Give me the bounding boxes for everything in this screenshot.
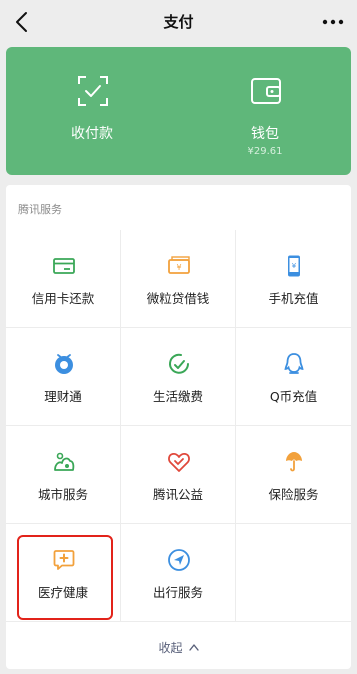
service-phone-recharge[interactable]: ¥ 手机充值 xyxy=(236,230,351,328)
service-label: Q币充值 xyxy=(269,389,318,404)
loan-icon: ¥ xyxy=(168,256,190,274)
service-label: 手机充值 xyxy=(268,291,319,306)
service-qq-coin[interactable]: Q币充值 xyxy=(236,328,351,426)
service-label: 城市服务 xyxy=(37,487,88,502)
service-tencent-charity[interactable]: 腾讯公益 xyxy=(121,426,236,524)
service-weili-loan[interactable]: ¥ 微粒贷借钱 xyxy=(121,230,236,328)
nav-bar: 支付 xyxy=(0,0,357,44)
service-insurance[interactable]: 保险服务 xyxy=(236,426,351,524)
service-travel[interactable]: 出行服务 xyxy=(121,524,236,622)
credit-card-icon xyxy=(53,258,75,274)
service-label: 信用卡还款 xyxy=(31,291,95,306)
city-service-icon xyxy=(54,452,75,471)
service-licaitong[interactable]: 理财通 xyxy=(6,328,121,426)
pay-receive-button[interactable]: 收付款 xyxy=(6,47,178,175)
service-label: 微粒贷借钱 xyxy=(146,291,210,306)
service-city-service[interactable]: 城市服务 xyxy=(6,426,121,524)
insurance-icon xyxy=(286,452,302,472)
qq-coin-icon xyxy=(284,353,304,374)
more-icon[interactable] xyxy=(319,12,347,32)
pay-receive-label: 收付款 xyxy=(71,126,113,142)
scan-pay-icon xyxy=(78,76,108,106)
page-title: 支付 xyxy=(163,13,194,31)
wallet-panel: 收付款 钱包 ¥29.61 xyxy=(6,47,351,175)
service-label: 保险服务 xyxy=(268,487,319,502)
travel-icon xyxy=(168,549,190,571)
service-label: 生活缴费 xyxy=(152,389,203,404)
service-label: 出行服务 xyxy=(152,585,203,600)
phone-recharge-icon: ¥ xyxy=(288,255,300,277)
svg-text:¥: ¥ xyxy=(292,262,297,270)
svg-text:¥: ¥ xyxy=(176,263,181,272)
service-label: 腾讯公益 xyxy=(152,487,203,502)
section-title: 腾讯服务 xyxy=(18,203,62,216)
wealth-icon xyxy=(55,354,73,374)
empty-cell xyxy=(236,524,351,622)
charity-icon xyxy=(168,452,190,472)
medical-icon xyxy=(53,550,75,570)
service-bill-pay[interactable]: 生活缴费 xyxy=(121,328,236,426)
wallet-label: 钱包 xyxy=(251,126,279,142)
bill-pay-icon xyxy=(169,353,189,374)
wallet-balance: ¥29.61 xyxy=(247,146,283,157)
tencent-services-card: 腾讯服务 信用卡还款 ¥ 微粒贷借钱 ¥ 手机充值 理财通 生活缴费 Q币充值 … xyxy=(6,185,351,669)
service-credit-card-repay[interactable]: 信用卡还款 xyxy=(6,230,121,328)
service-medical-health[interactable]: 医疗健康 xyxy=(6,524,121,622)
services-grid: 信用卡还款 ¥ 微粒贷借钱 ¥ 手机充值 理财通 生活缴费 Q币充值 城市服务 … xyxy=(6,230,351,623)
wallet-icon xyxy=(251,78,281,104)
service-label: 医疗健康 xyxy=(37,585,88,600)
service-label: 理财通 xyxy=(44,389,82,404)
wallet-button[interactable]: 钱包 ¥29.61 xyxy=(179,47,351,175)
collapse-button[interactable]: 收起 xyxy=(6,639,351,656)
collapse-label: 收起 xyxy=(158,641,183,655)
chevron-up-icon xyxy=(188,644,199,651)
